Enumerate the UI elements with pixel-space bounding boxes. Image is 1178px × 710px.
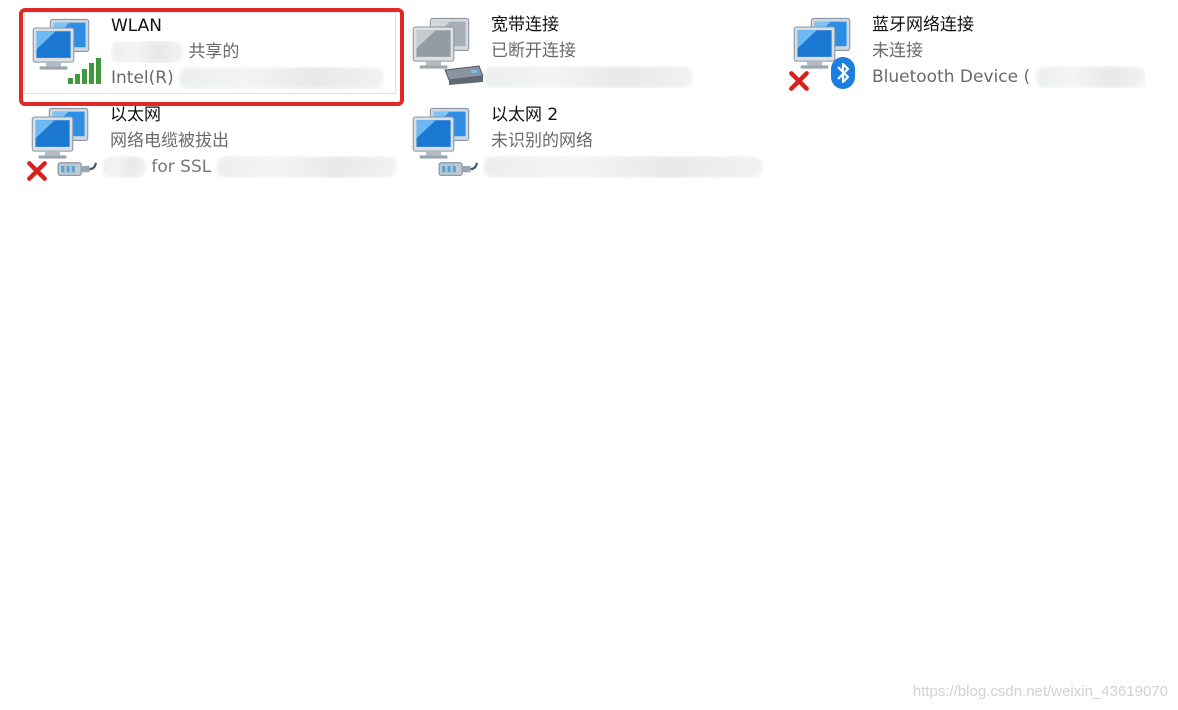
connection-status: 未识别的网络 (491, 131, 593, 151)
ethernet-icon (56, 154, 98, 180)
network-monitor-icon (409, 16, 485, 92)
device-name (483, 66, 693, 88)
ethernet-icon (437, 154, 479, 180)
blurred-device (102, 156, 146, 178)
network-monitor-icon (28, 106, 104, 182)
connection-status: 未连接 (872, 41, 923, 61)
device-fragment: for SSL (151, 157, 212, 177)
device-name: Bluetooth Device ( (872, 66, 1146, 88)
network-monitor-icon (790, 16, 866, 92)
blurred-device (483, 66, 693, 88)
device-name (483, 156, 763, 178)
connection-ethernet-2[interactable]: 以太网 2 未识别的网络 (405, 102, 775, 184)
red-x-icon (788, 70, 810, 92)
connection-broadband[interactable]: 宽带连接 已断开连接 (405, 12, 775, 94)
connection-status: 网络电缆被拔出 (110, 131, 229, 151)
network-monitor-icon (409, 106, 485, 182)
red-x-icon (26, 160, 48, 182)
blurred-device (1035, 66, 1146, 88)
blurred-device (216, 156, 397, 178)
watermark: https://blog.csdn.net/weixin_43619070 (912, 683, 1168, 700)
connection-name: 以太网 (110, 105, 161, 125)
connection-name: 蓝牙网络连接 (872, 15, 974, 35)
device-name: for SSL (102, 156, 397, 178)
blurred-device (483, 156, 763, 178)
connection-status: 已断开连接 (491, 41, 576, 61)
connection-name: 宽带连接 (491, 15, 559, 35)
modem-icon (444, 65, 484, 85)
connection-ethernet[interactable]: 以太网 网络电缆被拔出 for SSL (24, 102, 397, 184)
bluetooth-icon (831, 57, 855, 89)
device-prefix: Bluetooth Device ( (872, 67, 1031, 87)
annotation-highlight-box (19, 8, 404, 106)
connection-name: 以太网 2 (491, 105, 559, 125)
connection-bluetooth[interactable]: 蓝牙网络连接 未连接 Bluetooth Device ( (786, 12, 1166, 94)
